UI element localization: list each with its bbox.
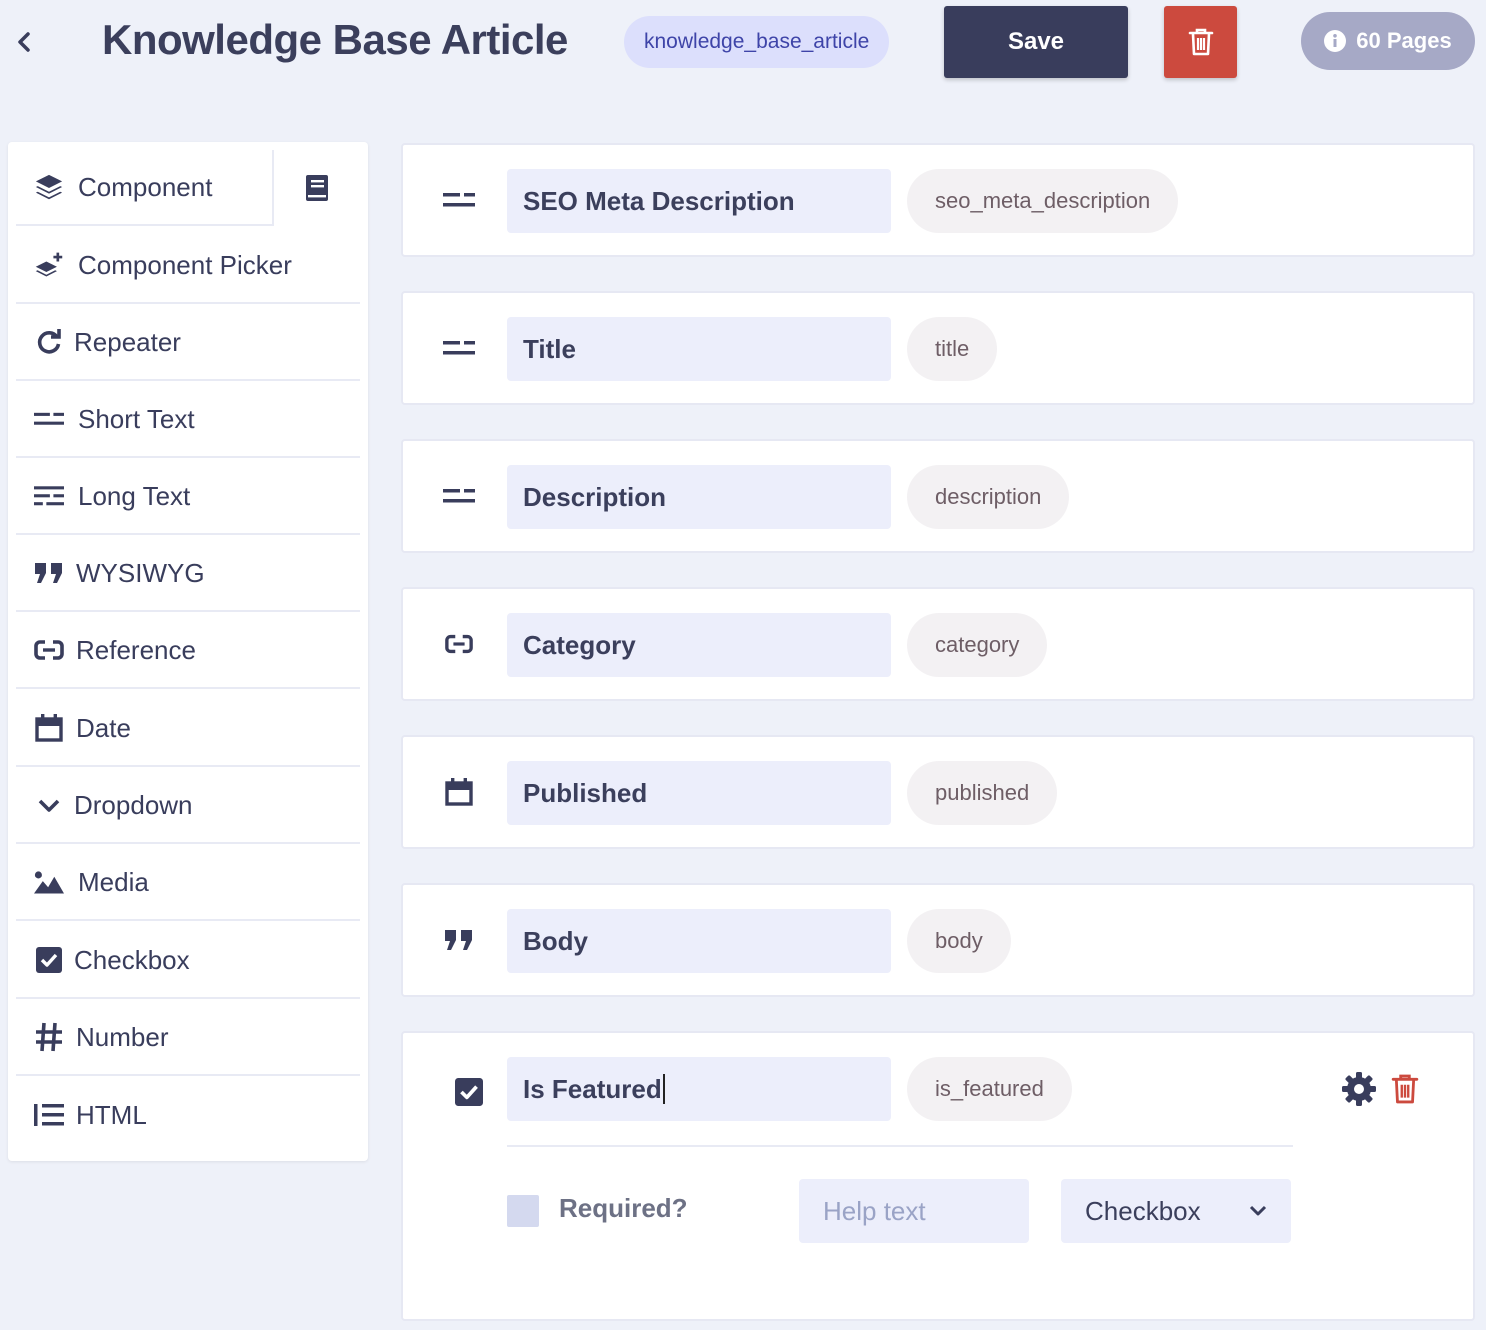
short-text-icon [441, 477, 477, 515]
sidebar-item-label: Number [76, 1021, 169, 1052]
redo-icon [34, 329, 64, 355]
save-button[interactable]: Save [944, 6, 1128, 78]
sidebar-item-label: Component [78, 171, 213, 202]
field-key-badge: title [907, 317, 998, 381]
sidebar-item-label: Checkbox [74, 944, 190, 975]
help-text-input[interactable] [799, 1179, 1029, 1243]
back-button[interactable] [12, 28, 36, 56]
book-icon [306, 175, 328, 201]
field-name-input[interactable]: SEO Meta Description [507, 169, 891, 233]
pages-count-label: 60 Pages [1356, 28, 1452, 53]
sidebar-item-label: Reference [76, 634, 196, 665]
calendar-icon [34, 714, 64, 742]
layers-plus-icon [34, 249, 64, 281]
field-type-sidebar: Component Component Picker Repeater Shor… [8, 142, 368, 1161]
required-checkbox[interactable] [507, 1195, 539, 1227]
gear-icon [1342, 1072, 1376, 1106]
page-title: Knowledge Base Article [102, 16, 568, 63]
field-settings-button[interactable] [1341, 1071, 1377, 1107]
sidebar-item-label: WYSIWYG [76, 557, 205, 588]
sidebar-item-label: Component Picker [78, 249, 292, 280]
short-text-icon [34, 412, 64, 426]
sidebar-item-label: Short Text [78, 403, 195, 434]
sidebar-item-repeater[interactable]: Repeater [16, 305, 360, 381]
sidebar-item-component-picker[interactable]: Component Picker [16, 228, 360, 304]
sidebar-item-dropdown[interactable]: Dropdown [16, 768, 360, 844]
sidebar-item-checkbox[interactable]: Checkbox [16, 923, 360, 999]
sidebar-item-label: Date [76, 712, 131, 743]
sidebar-item-number[interactable]: Number [16, 1000, 360, 1076]
quote-icon [441, 921, 477, 959]
pages-count-badge[interactable]: 60 Pages [1301, 12, 1475, 70]
sidebar-book-button[interactable] [272, 150, 360, 226]
sidebar-item-date[interactable]: Date [16, 691, 360, 767]
field-name-input[interactable]: Body [507, 909, 891, 973]
hash-icon [34, 1022, 64, 1052]
sidebar-item-reference[interactable]: Reference [16, 613, 360, 689]
quote-icon [34, 562, 64, 584]
calendar-icon [441, 773, 477, 811]
trash-icon [1188, 28, 1213, 56]
field-card-published[interactable]: Published published [401, 735, 1475, 849]
field-key-badge: published [907, 761, 1058, 825]
short-text-icon [441, 329, 477, 367]
short-text-icon [441, 181, 477, 219]
field-type-select[interactable]: Checkbox [1061, 1179, 1291, 1243]
sidebar-item-long-text[interactable]: Long Text [16, 459, 360, 535]
sidebar-item-short-text[interactable]: Short Text [16, 382, 360, 458]
sidebar-item-label: Dropdown [74, 789, 193, 820]
sidebar-item-label: Long Text [78, 480, 191, 511]
field-key-badge: seo_meta_description [907, 169, 1179, 233]
field-card-description[interactable]: Description description [401, 439, 1475, 553]
link-icon [441, 625, 477, 663]
field-name-input[interactable]: Category [507, 613, 891, 677]
field-type-value: Checkbox [1085, 1195, 1201, 1226]
sidebar-item-label: HTML [76, 1099, 147, 1130]
sidebar-item-label: Repeater [74, 326, 181, 357]
field-key-badge: body [907, 909, 1011, 973]
checkbox-icon [34, 947, 64, 973]
chevron-down-icon [34, 797, 64, 813]
sidebar-item-html[interactable]: HTML [16, 1077, 360, 1153]
field-name-input[interactable]: Is Featured [507, 1057, 891, 1121]
divider [507, 1145, 1293, 1147]
trash-icon [1391, 1074, 1419, 1104]
sidebar-item-media[interactable]: Media [16, 845, 360, 921]
delete-button[interactable] [1164, 6, 1237, 78]
field-key-badge: description [907, 465, 1070, 529]
field-key-badge: is_featured [907, 1057, 1072, 1121]
sidebar-item-wysiwyg[interactable]: WYSIWYG [16, 536, 360, 612]
field-name-text: Is Featured [523, 1073, 662, 1104]
field-name-input[interactable]: Description [507, 465, 891, 529]
field-key-badge: category [907, 613, 1048, 677]
field-name-input[interactable]: Published [507, 761, 891, 825]
image-icon [34, 869, 64, 895]
text-cursor [662, 1074, 665, 1104]
field-delete-button[interactable] [1389, 1071, 1421, 1107]
chevron-left-icon [18, 32, 30, 52]
slug-badge: knowledge_base_article [624, 16, 890, 68]
field-card-is-featured[interactable]: Is Featured is_featured Required? Checkb… [401, 1031, 1475, 1321]
checkbox-icon [451, 1073, 487, 1111]
sidebar-item-component[interactable]: Component [16, 150, 272, 226]
field-card-category[interactable]: Category category [401, 587, 1475, 701]
layers-icon [34, 172, 64, 202]
link-icon [34, 639, 64, 661]
sidebar-item-label: Media [78, 866, 149, 897]
required-label: Required? [559, 1193, 688, 1223]
field-name-input[interactable]: Title [507, 317, 891, 381]
long-text-icon [34, 485, 64, 507]
field-card-body[interactable]: Body body [401, 883, 1475, 997]
info-icon [1324, 30, 1347, 52]
field-card-seo-meta-description[interactable]: SEO Meta Description seo_meta_descriptio… [401, 143, 1475, 257]
list-icon [34, 1104, 64, 1126]
chevron-down-icon [1249, 1205, 1267, 1216]
field-card-title[interactable]: Title title [401, 291, 1475, 405]
